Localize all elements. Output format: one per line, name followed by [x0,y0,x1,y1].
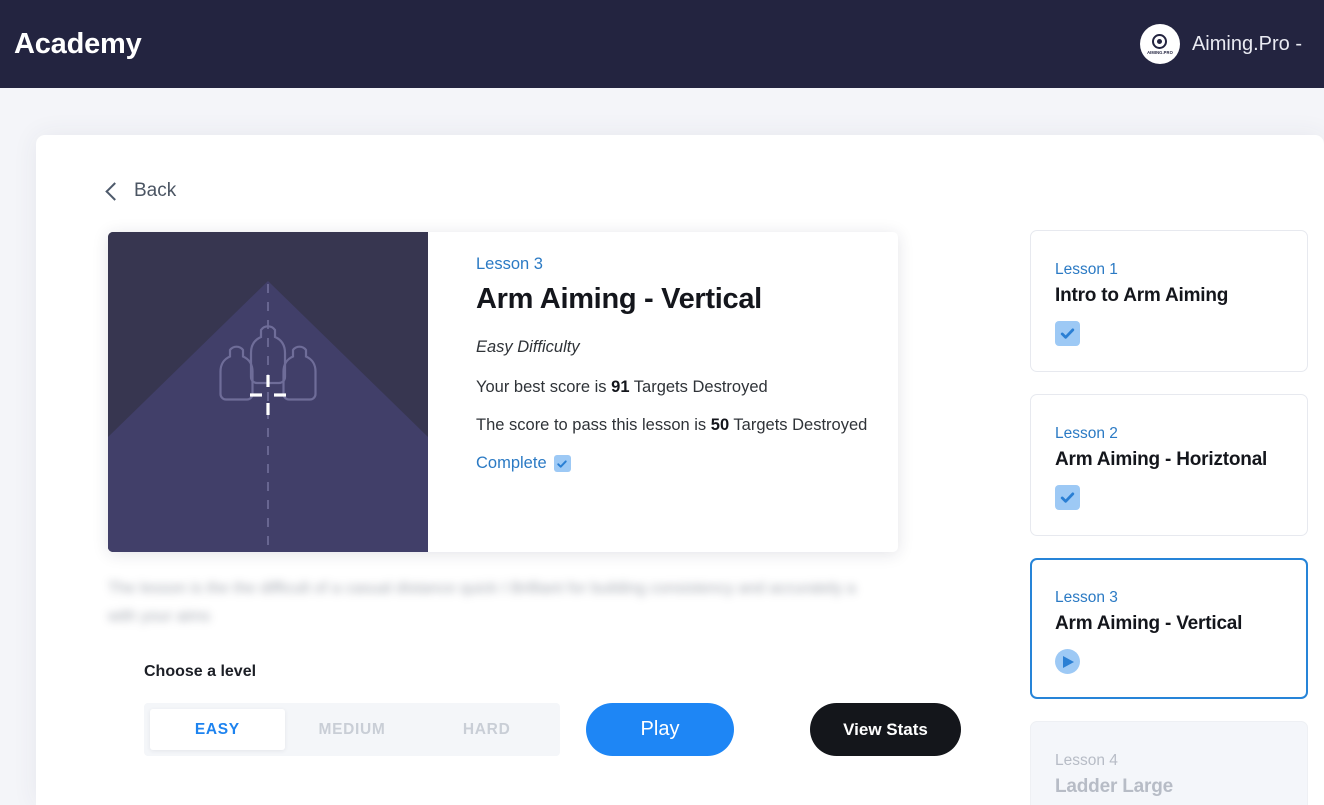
lesson-thumbnail[interactable] [108,232,428,552]
best-score-suffix: Targets Destroyed [629,378,768,396]
best-score-value: 91 [611,378,630,396]
checkmark-icon [553,455,571,472]
difficulty-option-easy[interactable]: EASY [150,709,285,750]
lesson-list-item-1[interactable]: Lesson 1 Intro to Arm Aiming [1030,230,1308,372]
lesson-list-item-4-kicker: Lesson 4 [1055,752,1118,769]
academy-page: Academy AIMING.PRO Aiming.Pro - Back Les… [0,0,1324,805]
checkmark-icon [1055,485,1080,510]
lesson-list-item-1-kicker: Lesson 1 [1055,261,1118,278]
lesson-controls: EASY MEDIUM HARD Play View Stats [144,703,961,756]
lesson-list-item-2-title: Arm Aiming - Horiztonal [1055,449,1268,470]
best-score-line: Your best score is 91 Targets Destroyed [476,378,898,397]
page-title: Academy [14,27,142,60]
view-stats-button[interactable]: View Stats [810,703,961,756]
lesson-title: Arm Aiming - Vertical [476,283,762,315]
lesson-detail-body: Lesson 3 Arm Aiming - Vertical Easy Diff… [428,232,898,552]
pass-score-value: 50 [710,416,730,434]
lesson-detail-card: Lesson 3 Arm Aiming - Vertical Easy Diff… [108,232,898,552]
logo-wordmark: AIMING.PRO [1147,49,1173,55]
lesson-difficulty-label: Easy Difficulty [476,338,580,356]
pass-score-prefix: The score to pass this lesson is [476,416,711,434]
lesson-list-item-3-title: Arm Aiming - Vertical [1055,613,1243,634]
complete-label: Complete [476,454,547,472]
difficulty-segmented-control: EASY MEDIUM HARD [144,703,560,756]
pass-score-line: The score to pass this lesson is 50 Targ… [476,416,898,435]
aiming-pro-logo-icon: AIMING.PRO [1139,24,1180,64]
checkmark-icon [1055,321,1080,346]
lesson-thumbnail-art [108,232,428,552]
back-label: Back [134,180,177,201]
lesson-list-item-2-kicker: Lesson 2 [1055,425,1118,442]
difficulty-option-hard[interactable]: HARD [419,709,554,750]
play-icon [1055,649,1080,674]
lesson-list-item-2[interactable]: Lesson 2 Arm Aiming - Horiztonal [1030,394,1308,536]
play-button[interactable]: Play [586,703,734,756]
lesson-list-item-3-kicker: Lesson 3 [1055,589,1118,606]
best-score-prefix: Your best score is [476,378,612,396]
lesson-description-blurred: The lesson is the the difficult of a cas… [108,580,856,625]
lesson-list-item-3[interactable]: Lesson 3 Arm Aiming - Vertical [1030,558,1308,699]
lesson-list: Lesson 1 Intro to Arm Aiming Lesson 2 Ar… [1030,230,1308,805]
complete-status: Complete [476,454,898,473]
account-area[interactable]: AIMING.PRO Aiming.Pro - [1139,24,1302,64]
app-header: Academy AIMING.PRO Aiming.Pro - [0,0,1324,88]
chevron-left-icon [105,182,124,201]
content-card: Back Lesson 3 Arm Aiming - Vertical Easy… [36,135,1324,805]
lesson-list-item-4[interactable]: Lesson 4 Ladder Large [1030,721,1308,805]
account-name-label: Aiming.Pro - [1191,32,1302,55]
back-button[interactable]: Back [105,180,177,202]
choose-level-label: Choose a level [144,663,257,680]
lesson-list-item-1-title: Intro to Arm Aiming [1055,285,1229,306]
difficulty-option-medium[interactable]: MEDIUM [285,709,420,750]
lesson-list-item-4-title: Ladder Large [1055,776,1173,797]
pass-score-suffix: Targets Destroyed [729,416,868,434]
lesson-number-label: Lesson 3 [476,255,543,273]
